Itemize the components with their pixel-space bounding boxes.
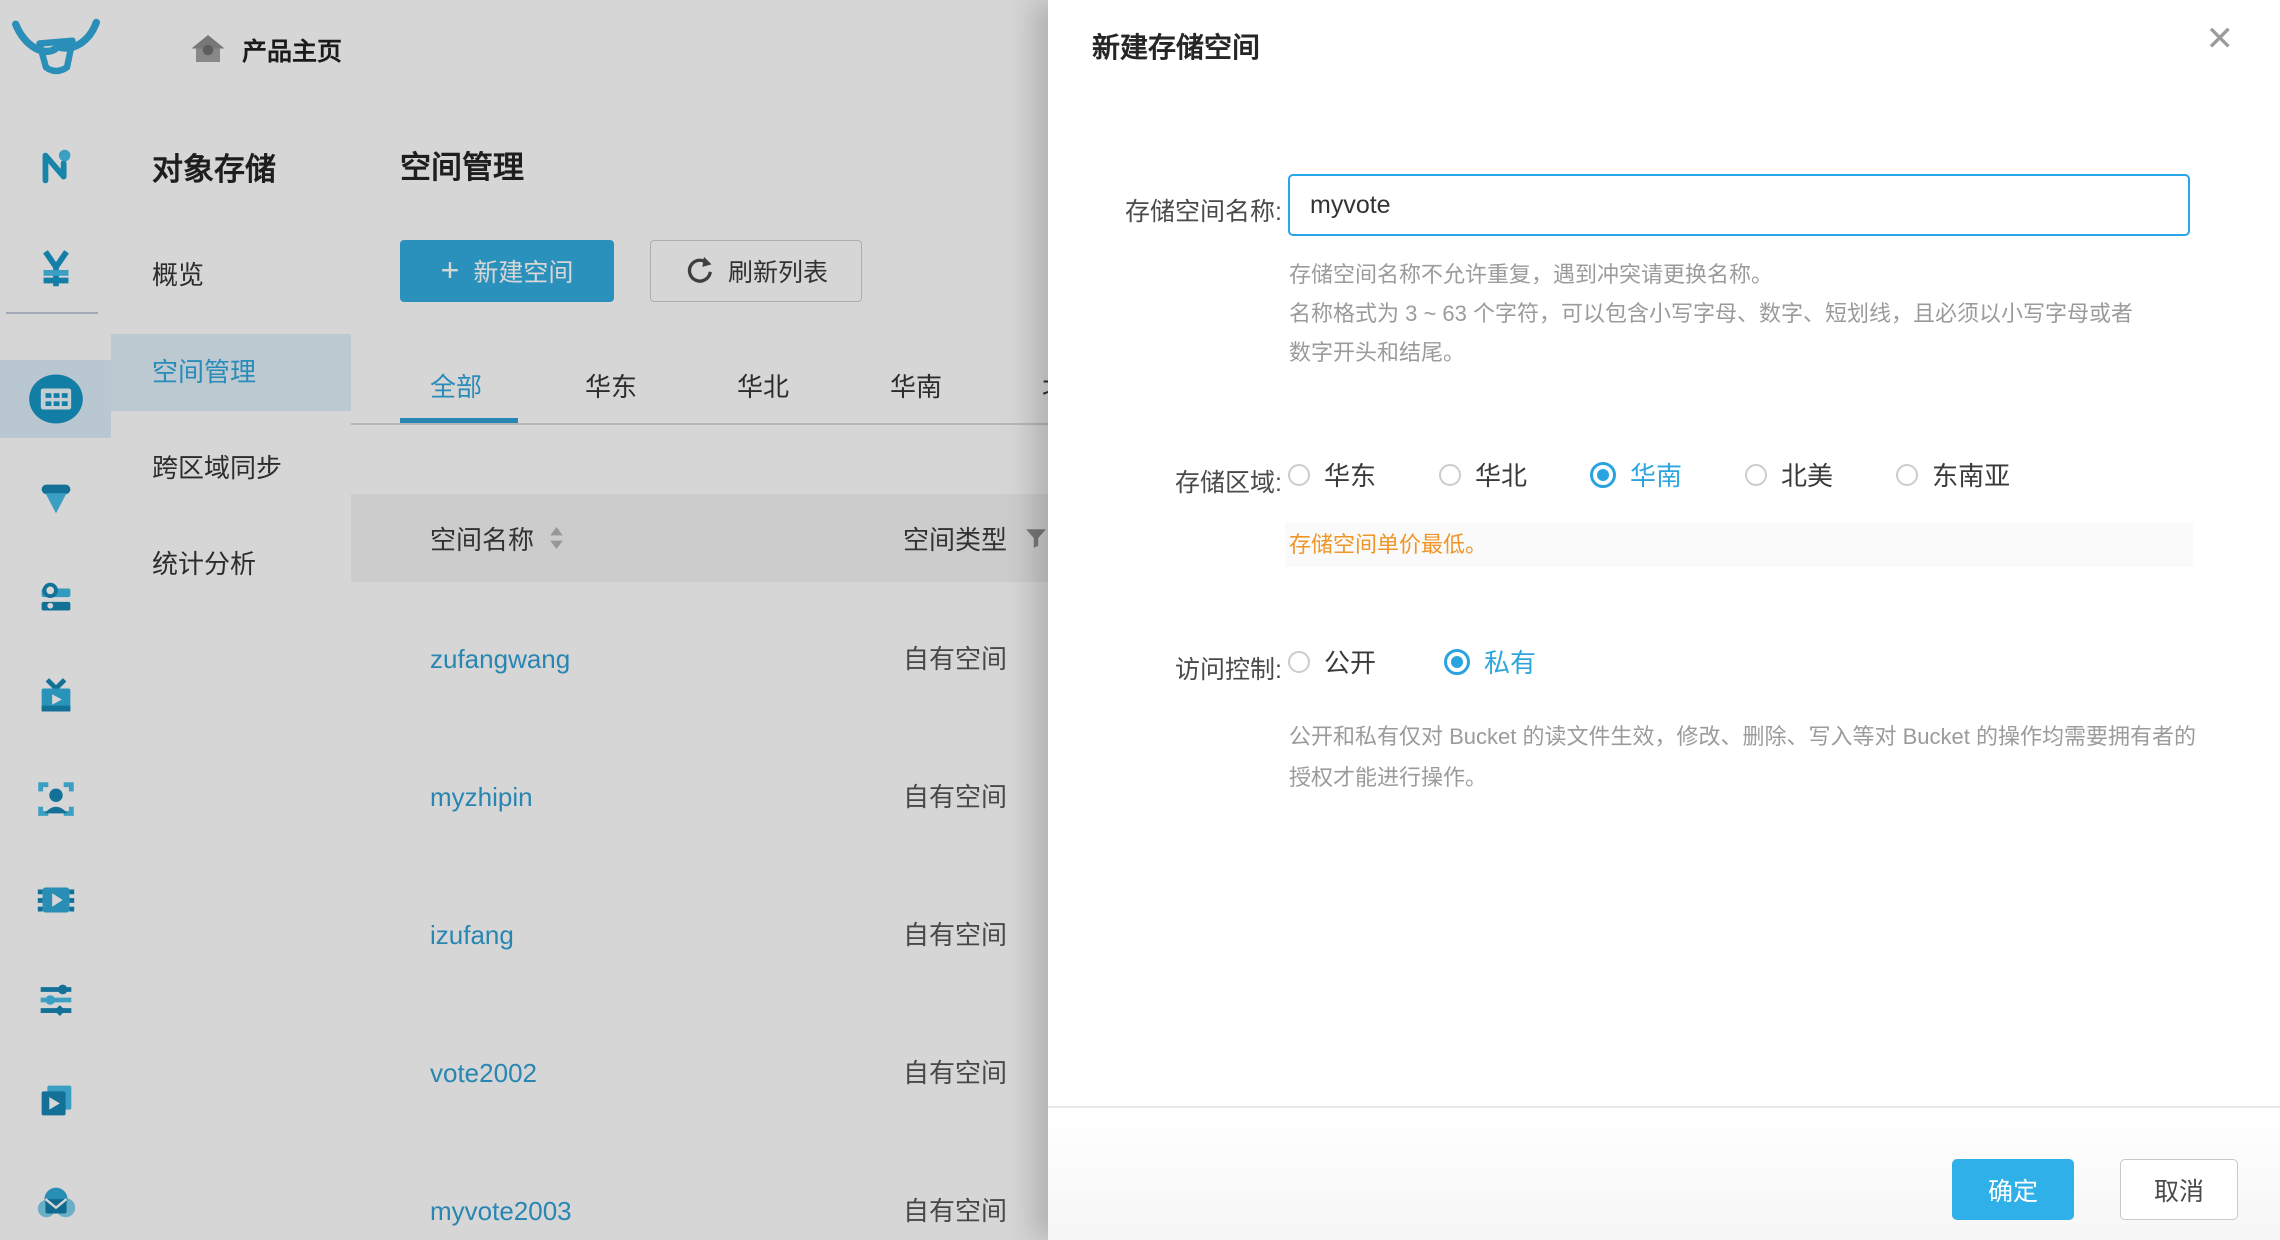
bucket-name-help-line2: 名称格式为 3 ~ 63 个字符，可以包含小写字母、数字、短划线，且必须以小写字…: [1289, 294, 2141, 372]
cancel-button[interactable]: 取消: [2120, 1159, 2238, 1220]
bucket-name-label: 存储空间名称:: [1088, 192, 1282, 228]
bucket-name-help-line1: 存储空间名称不允许重复，遇到冲突请更换名称。: [1289, 255, 2201, 294]
region-price-note: 存储空间单价最低。: [1285, 523, 2193, 567]
access-radio-group: 公开 私有: [1288, 643, 1536, 680]
access-help: 公开和私有仅对 Bucket 的读文件生效，修改、删除、写入等对 Bucket …: [1289, 716, 2201, 798]
radio-unchecked-icon: [1288, 651, 1310, 673]
bucket-name-help: 存储空间名称不允许重复，遇到冲突请更换名称。 名称格式为 3 ~ 63 个字符，…: [1289, 255, 2201, 372]
region-label: 存储区域:: [1088, 463, 1282, 499]
radio-unchecked-icon: [1439, 464, 1461, 486]
region-option-beimei[interactable]: 北美: [1745, 456, 1833, 493]
radio-unchecked-icon: [1896, 464, 1918, 486]
bucket-name-input[interactable]: [1288, 174, 2190, 236]
radio-unchecked-icon: [1745, 464, 1767, 486]
close-icon[interactable]: ✕: [2206, 22, 2235, 56]
radio-checked-icon: [1444, 649, 1470, 675]
app-root: 产品主页: [0, 0, 2280, 1240]
confirm-button[interactable]: 确定: [1952, 1159, 2074, 1220]
radio-unchecked-icon: [1288, 464, 1310, 486]
region-option-huadong[interactable]: 华东: [1288, 456, 1376, 493]
access-option-public[interactable]: 公开: [1288, 643, 1376, 680]
access-option-private[interactable]: 私有: [1444, 643, 1536, 680]
region-option-huabei[interactable]: 华北: [1439, 456, 1527, 493]
modal-title: 新建存储空间: [1092, 26, 1260, 66]
region-option-dongnanya[interactable]: 东南亚: [1896, 456, 2010, 493]
access-label: 访问控制:: [1088, 650, 1282, 686]
region-radio-group: 华东 华北 华南 北美 东南亚: [1288, 456, 2010, 493]
access-help-text: 公开和私有仅对 Bucket 的读文件生效，修改、删除、写入等对 Bucket …: [1289, 716, 2201, 798]
modal-footer: 确定 取消: [1048, 1106, 2280, 1240]
create-bucket-modal: 新建存储空间 ✕ 存储空间名称: 存储空间名称不允许重复，遇到冲突请更换名称。 …: [1048, 0, 2280, 1240]
region-option-huanan[interactable]: 华南: [1590, 456, 1682, 493]
radio-checked-icon: [1590, 462, 1616, 488]
